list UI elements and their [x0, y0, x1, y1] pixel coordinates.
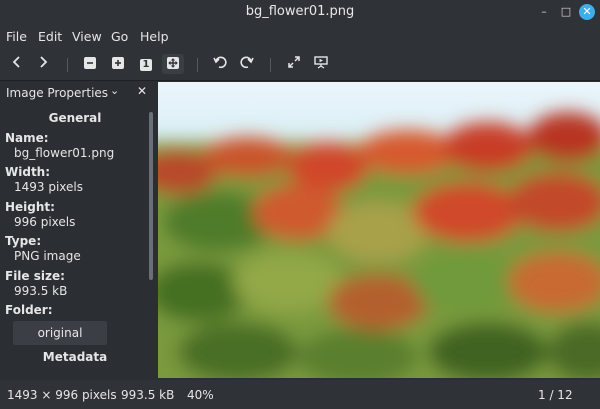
metadata-heading: Metadata [42, 350, 108, 364]
type-value: PNG image [14, 249, 81, 263]
menu-file[interactable]: File [6, 29, 27, 44]
maximize-icon[interactable]: □ [559, 3, 573, 21]
close-icon[interactable]: ✕ [137, 84, 147, 98]
toolbar: 1 [0, 48, 600, 81]
chevron-down-icon[interactable]: ⌄ [110, 84, 119, 97]
rotate-right-icon[interactable] [236, 54, 258, 74]
zoom-out-icon[interactable] [79, 54, 101, 74]
original-size-icon[interactable]: 1 [135, 54, 157, 74]
image-view[interactable] [158, 82, 600, 378]
panel-scrollbar[interactable] [149, 112, 153, 280]
original-size-label: 1 [140, 58, 152, 71]
image-properties-panel: Image Properties ⌄ ✕ General Name: bg_fl… [0, 82, 156, 378]
height-label: Height: [5, 200, 55, 214]
toolbar-separator [67, 58, 68, 72]
close-window-icon[interactable]: ✕ [579, 4, 595, 20]
rotate-left-icon[interactable] [209, 54, 231, 74]
flower-image [158, 82, 600, 378]
file-size-label: File size: [5, 269, 65, 283]
panel-title[interactable]: Image Properties [6, 86, 108, 100]
status-bar: 1493 × 996 pixels 993.5 kB 40% 1 / 12 [0, 380, 600, 409]
fullscreen-icon[interactable] [283, 54, 305, 74]
file-size-value: 993.5 kB [14, 284, 68, 298]
menu-edit[interactable]: Edit [38, 29, 62, 44]
previous-icon[interactable] [6, 54, 28, 74]
name-value: bg_flower01.png [14, 146, 115, 160]
next-icon[interactable] [32, 54, 54, 74]
toolbar-separator [270, 58, 271, 72]
menu-go[interactable]: Go [111, 29, 128, 44]
width-value: 1493 pixels [14, 180, 84, 194]
type-label: Type: [5, 234, 42, 248]
general-heading: General [48, 111, 102, 125]
menu-view[interactable]: View [72, 29, 102, 44]
toolbar-separator [197, 58, 198, 72]
fit-window-icon[interactable] [162, 54, 184, 74]
status-file-size: 993.5 kB [121, 388, 175, 402]
minimize-icon[interactable]: – [537, 3, 551, 21]
status-dimensions: 1493 × 996 pixels [7, 388, 117, 402]
folder-label: Folder: [5, 303, 53, 317]
name-label: Name: [5, 131, 49, 145]
title-bar: bg_flower01.png – □ ✕ [0, 0, 600, 24]
status-image-position: 1 / 12 [538, 388, 573, 402]
height-value: 996 pixels [14, 215, 76, 229]
panel-header: Image Properties ⌄ ✕ [0, 82, 156, 104]
status-zoom: 40% [187, 388, 214, 402]
window-title: bg_flower01.png [245, 4, 355, 19]
menu-help[interactable]: Help [140, 29, 169, 44]
open-folder-button[interactable]: original [13, 321, 107, 345]
slideshow-icon[interactable] [310, 54, 332, 74]
width-label: Width: [5, 165, 51, 179]
menu-bar: File Edit View Go Help [0, 24, 600, 48]
zoom-in-icon[interactable] [107, 54, 129, 74]
